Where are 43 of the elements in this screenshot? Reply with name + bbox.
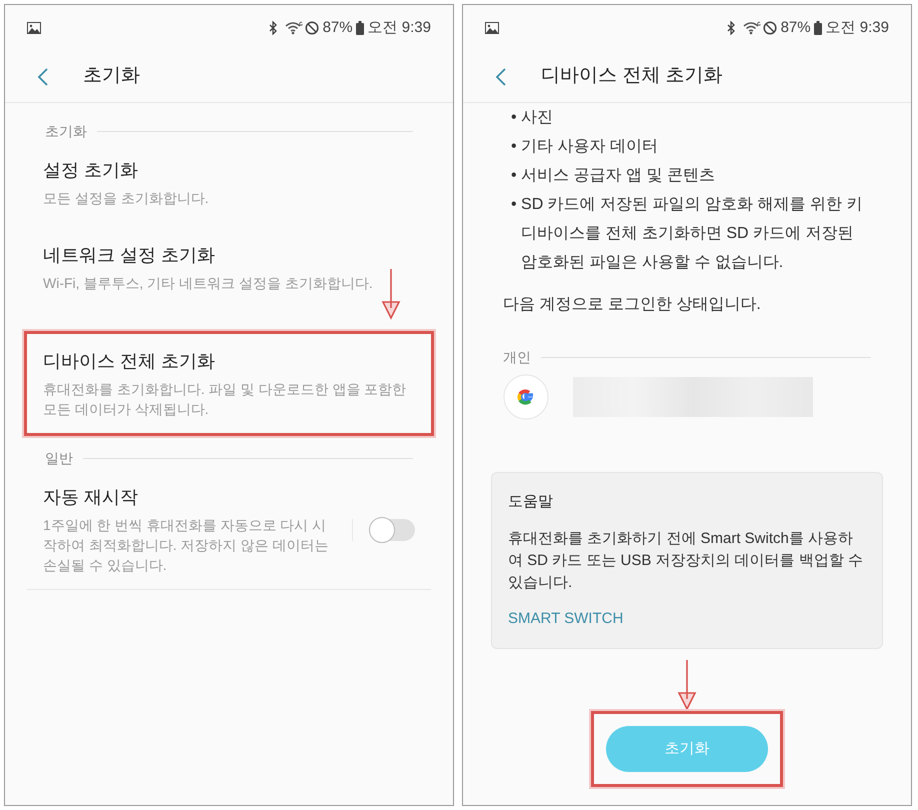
bullet-text: • 기타 사용자 데이터 (511, 137, 659, 157)
item-description: Wi-Fi, 블루투스, 기타 네트워크 설정을 초기화합니다. (43, 274, 374, 293)
page-title: 초기화 (83, 64, 140, 88)
section-header: 일반 (45, 448, 73, 468)
section-header: 개인 (503, 348, 531, 367)
item-title: 디바이스 전체 초기화 (43, 350, 216, 373)
clock: 오전 9:39 (826, 18, 889, 38)
account-intro: 다음 계정으로 로그인한 상태입니다. (503, 295, 762, 315)
bluetooth-icon (726, 21, 736, 35)
image-icon (485, 22, 499, 34)
wifi-icon (742, 21, 761, 35)
blocked-icon (762, 21, 777, 35)
battery-icon (356, 21, 364, 35)
note-text: 디바이스를 전체 초기화하면 SD 카드에 저장된 암호화된 파일은 사용할 수 없습니다. (520, 224, 854, 273)
settings-item[interactable]: 자동 재시작 1주일에 한 번씩 휴대전화를 자동으로 다시 시작하여 최적화합니다. 저장하지 않은 데이터는 손실될 수 있습니다. (27, 470, 431, 590)
image-icon (27, 22, 41, 34)
blocked-icon (304, 21, 319, 35)
back-icon (495, 66, 507, 86)
item-description: 1주일에 한 번씩 휴대전화를 자동으로 다시 시작하여 최적화합니다. 저장하지 않은 데이터는 손실될 수 있습니다. (43, 516, 330, 575)
bluetooth-icon (268, 21, 278, 35)
battery-icon (814, 21, 822, 35)
clock: 오전 9:39 (368, 18, 431, 38)
item-description: 휴대전화를 초기화합니다. 파일 및 다운로드한 앱을 포함한 모든 데이터가 삭제됩니다. (43, 380, 408, 419)
item-title: 설정 초기화 (43, 159, 140, 182)
settings-item[interactable]: 설정 초기화 모든 설정을 초기화합니다. (27, 143, 431, 222)
bullet-text: • 서비스 공급자 앱 및 콘텐츠 (511, 166, 716, 186)
item-title: 자동 재시작 (43, 486, 140, 509)
settings-item[interactable]: 네트워크 설정 초기화 Wi-Fi, 블루투스, 기타 네트워크 설정을 초기화합니다. (27, 228, 431, 307)
arrow-icon (381, 268, 401, 320)
bullet-text: • 사진 (511, 108, 554, 128)
wifi-icon (284, 21, 303, 35)
battery-percent: 87% (322, 18, 353, 38)
bullet-text: • SD 카드에 저장된 파일의 암호화 해제를 위한 키 (511, 195, 864, 215)
battery-percent: 87% (780, 18, 811, 38)
page-title: 디바이스 전체 초기화 (541, 64, 723, 88)
item-title: 네트워크 설정 초기화 (43, 244, 216, 267)
help-text: 휴대전화를 초기화하기 전에 Smart Switch를 사용하여 SD 카드 또는 USB 저장장치의 데이터를 백업할 수 있습니다. (508, 528, 864, 592)
back-icon (37, 66, 49, 86)
help-title: 도움말 (508, 492, 554, 512)
section-header: 초기화 (45, 122, 87, 140)
google-icon (503, 374, 549, 420)
toggle-switch[interactable] (369, 518, 415, 540)
item-description: 모든 설정을 초기화합니다. (43, 189, 210, 208)
